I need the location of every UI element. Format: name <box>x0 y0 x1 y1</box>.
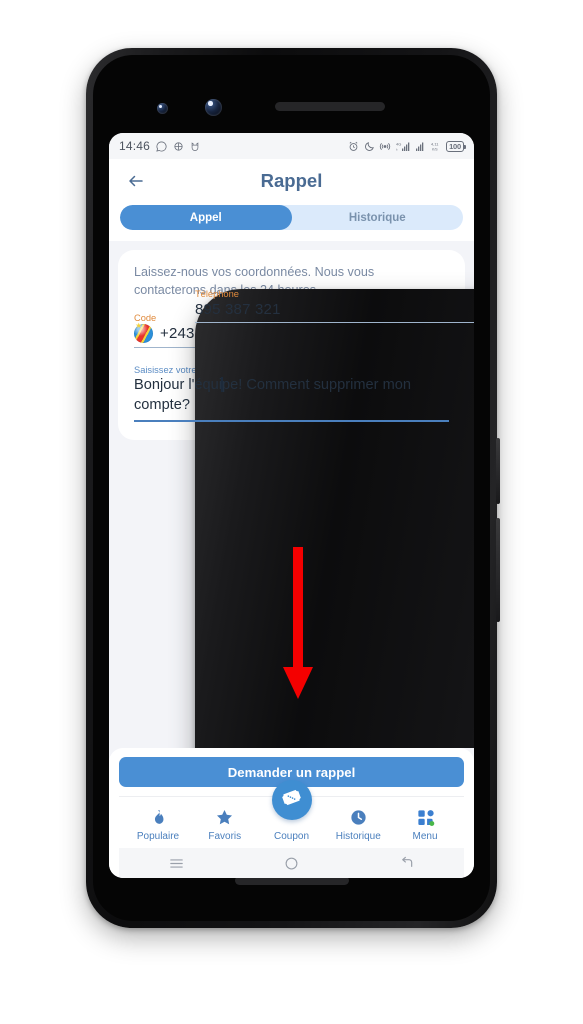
tab-appel[interactable]: Appel <box>120 205 292 230</box>
nav-item-historique[interactable]: Historique <box>327 807 389 842</box>
bottom-section: Demander un rappel Populaire Favoris Cou… <box>109 748 474 878</box>
coupon-fab-button[interactable] <box>271 780 312 820</box>
alarm-icon <box>348 141 359 152</box>
whatsapp-icon <box>156 141 167 152</box>
recents-hamburger-icon[interactable] <box>147 848 207 878</box>
do-not-disturb-moon-icon <box>364 141 375 152</box>
svg-text:4G: 4G <box>396 141 401 146</box>
telephone-label: Téléphone <box>195 289 239 299</box>
back-curve-icon[interactable] <box>377 848 437 878</box>
grid-menu-icon <box>416 807 435 828</box>
nav-label-menu: Menu <box>412 831 438 842</box>
status-bar-left: 14:46 <box>119 139 200 153</box>
status-bar-clock: 14:46 <box>119 139 151 153</box>
content-area: Laissez-nous vos coordonnées. Nous vous … <box>109 241 474 748</box>
bottom-navigation: Populaire Favoris Coupon Historique Menu <box>119 780 464 848</box>
callback-form-card: Laissez-nous vos coordonnées. Nous vous … <box>118 250 474 748</box>
nav-item-menu[interactable]: Menu <box>394 807 456 842</box>
svg-text:4,11: 4,11 <box>431 141 439 146</box>
telephone-input[interactable]: 895 387 321 <box>195 300 474 323</box>
country-code-value: +243 <box>160 324 195 342</box>
nav-label-favoris: Favoris <box>208 831 242 842</box>
power-button[interactable] <box>496 438 500 504</box>
earpiece-speaker <box>275 102 385 111</box>
nav-label-historique: Historique <box>335 831 381 842</box>
signal-4g-icon: 4G lı <box>396 141 411 152</box>
dr-congo-flag-icon <box>134 322 153 343</box>
nav-item-favoris[interactable]: Favoris <box>194 807 256 842</box>
back-arrow-icon[interactable] <box>123 168 149 194</box>
volume-button[interactable] <box>496 518 500 622</box>
clock-icon <box>349 807 368 828</box>
tabs-container: Appel Historique <box>109 198 474 241</box>
status-bar-right: 4G lı 4,11 K/S 100 <box>348 140 466 152</box>
data-rate-icon: 4,11 K/S <box>431 141 442 152</box>
star-icon <box>215 807 234 828</box>
ticket-icon <box>280 786 303 814</box>
phone-device-frame: 14:46 4G lı 4,11 K/S 100 Rappel Appel Hi… <box>86 48 500 928</box>
red-down-arrow-annotation <box>280 547 316 707</box>
battery-indicator: 100 <box>446 140 466 152</box>
app-bar: Rappel <box>109 159 474 198</box>
app-icon <box>173 141 184 152</box>
nav-label-coupon: Coupon <box>273 831 310 842</box>
status-bar: 14:46 4G lı 4,11 K/S 100 <box>109 133 474 159</box>
telephone-value: 895 387 321 <box>195 300 281 318</box>
flame-icon <box>150 807 167 828</box>
android-system-nav <box>119 848 464 878</box>
page-title: Rappel <box>260 170 323 191</box>
message-input[interactable]: Bonjour l'équipe! Comment supprimer mon … <box>134 376 449 423</box>
app-icon-2 <box>190 141 200 151</box>
segmented-control: Appel Historique <box>120 205 463 230</box>
screenshot-stage: 14:46 4G lı 4,11 K/S 100 Rappel Appel Hi… <box>0 0 583 1024</box>
message-value-before-caret: Bonjour l'équi <box>134 376 222 393</box>
svg-text:lı: lı <box>396 147 398 151</box>
front-camera-secondary-icon <box>157 103 168 114</box>
front-camera-icon <box>205 99 222 116</box>
home-circle-icon[interactable] <box>262 848 322 878</box>
tab-historique[interactable]: Historique <box>292 205 464 230</box>
signal-icon <box>415 141 426 152</box>
phone-screen: 14:46 4G lı 4,11 K/S 100 Rappel Appel Hi… <box>109 133 474 878</box>
nav-label-populaire: Populaire <box>136 831 180 842</box>
phone-screen-bezel: 14:46 4G lı 4,11 K/S 100 Rappel Appel Hi… <box>93 55 490 921</box>
nav-item-coupon[interactable]: Coupon <box>261 780 323 842</box>
telephone-field: Téléphone 895 387 321 <box>195 289 474 748</box>
hotspot-icon <box>379 141 391 152</box>
svg-text:K/S: K/S <box>432 147 438 151</box>
nav-item-populaire[interactable]: Populaire <box>127 807 189 842</box>
phone-row: Code +243 <box>134 289 474 748</box>
